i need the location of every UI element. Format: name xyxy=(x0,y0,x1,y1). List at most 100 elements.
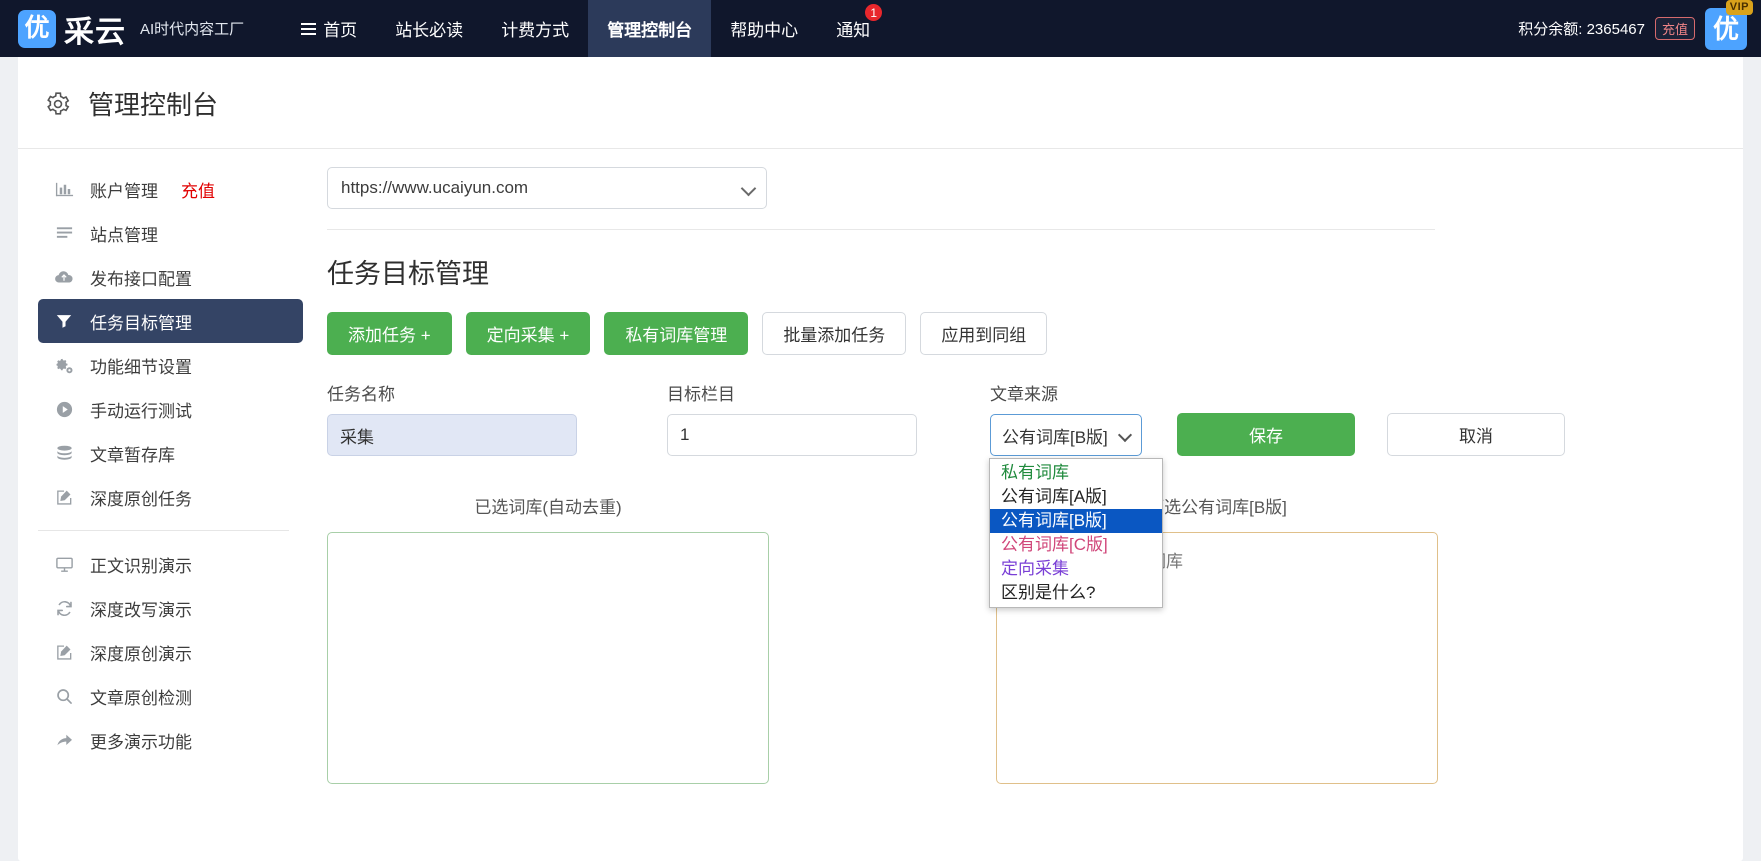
brand-mark-icon: 优 xyxy=(18,9,56,48)
gear-icon xyxy=(45,91,71,117)
dropdown-option-targeted-collect[interactable]: 定向采集 xyxy=(990,557,1162,581)
brand-wordmark: 采云 xyxy=(64,15,126,49)
sidebar-item-label: 站点管理 xyxy=(90,225,158,245)
private-library-manage-button[interactable]: 私有词库管理 xyxy=(604,312,749,355)
article-source-select-wrapper: 公有词库[B版] 私有词库 公有词库[A版] 公有词库[B版] 公有词库[C版]… xyxy=(989,414,1163,608)
sidebar-item-feature-detail-settings[interactable]: 功能细节设置 xyxy=(38,343,303,387)
cancel-button[interactable]: 取消 xyxy=(1387,413,1565,456)
sidebar: 账户管理 充值 站点管理 发布接口配置 任务目标管理 功能细节设置 手动运行测试… xyxy=(18,149,303,784)
task-name-value: 采集 xyxy=(340,427,374,447)
dropdown-option-public-library-c[interactable]: 公有词库[C版] xyxy=(990,533,1162,557)
page-header: 管理控制台 xyxy=(18,57,1743,149)
sidebar-item-label: 深度原创任务 xyxy=(90,489,192,509)
nav-item-webmaster-guide[interactable]: 站长必读 xyxy=(376,0,482,57)
page-container: 管理控制台 账户管理 充值 站点管理 发布接口配置 任务目标管理 功能细节设置 … xyxy=(18,57,1743,861)
batch-add-task-button[interactable]: 批量添加任务 xyxy=(762,312,907,355)
action-button-row: 添加任务 + 定向采集 + 私有词库管理 批量添加任务 应用到同组 xyxy=(327,312,1703,355)
selected-library-box[interactable] xyxy=(327,532,769,784)
nav-item-label: 站长必读 xyxy=(395,21,464,40)
top-navigation-bar: 优 采云 AI时代内容工厂 首页 站长必读 计费方式 管理控制台 帮助中心 通知… xyxy=(0,0,1761,57)
nav-item-pricing[interactable]: 计费方式 xyxy=(482,0,588,57)
sidebar-item-article-originality-check[interactable]: 文章原创检测 xyxy=(38,674,303,718)
sidebar-item-deep-rewrite-demo[interactable]: 深度改写演示 xyxy=(38,586,303,630)
dropdown-option-whats-the-difference[interactable]: 区别是什么? xyxy=(990,581,1162,605)
sidebar-item-label: 深度原创演示 xyxy=(90,644,192,664)
apply-to-group-button[interactable]: 应用到同组 xyxy=(920,312,1048,355)
sidebar-item-manual-run-test[interactable]: 手动运行测试 xyxy=(38,387,303,431)
sidebar-item-publish-api-config[interactable]: 发布接口配置 xyxy=(38,255,303,299)
article-source-select[interactable]: 公有词库[B版] xyxy=(990,414,1142,456)
sidebar-item-deep-original-demo[interactable]: 深度原创演示 xyxy=(38,630,303,674)
edit-square-icon xyxy=(54,487,74,507)
sidebar-item-more-demo-features[interactable]: 更多演示功能 xyxy=(38,718,303,762)
targeted-collect-button[interactable]: 定向采集 + xyxy=(465,312,591,355)
nav-item-admin-console[interactable]: 管理控制台 xyxy=(588,0,712,57)
nav-item-label: 管理控制台 xyxy=(607,21,693,40)
task-name-input[interactable]: 采集 xyxy=(327,414,577,456)
bar-chart-icon xyxy=(54,179,74,199)
credits-balance-label: 积分余额: 2365467 xyxy=(1518,21,1645,38)
sidebar-item-label: 更多演示功能 xyxy=(90,732,192,752)
sidebar-item-site-management[interactable]: 站点管理 xyxy=(38,211,303,255)
site-select[interactable]: https://www.ucaiyun.com xyxy=(327,167,767,209)
refresh-icon xyxy=(54,598,74,618)
sidebar-item-label: 功能细节设置 xyxy=(90,357,192,377)
selected-library-panel: 已选词库(自动去重) xyxy=(327,493,769,784)
sidebar-item-deep-original-task[interactable]: 深度原创任务 xyxy=(38,475,303,519)
sidebar-divider xyxy=(38,530,289,531)
target-column-value: 1 xyxy=(680,425,690,444)
sidebar-item-label: 正文识别演示 xyxy=(90,556,192,576)
hamburger-icon xyxy=(301,22,317,35)
selected-library-title: 已选词库(自动去重) xyxy=(474,498,622,517)
primary-nav-items: 首页 站长必读 计费方式 管理控制台 帮助中心 通知 1 xyxy=(282,0,889,57)
page-title: 管理控制台 xyxy=(88,90,219,120)
sidebar-item-label: 账户管理 xyxy=(90,181,158,201)
site-select-wrapper: https://www.ucaiyun.com xyxy=(327,167,767,209)
target-column-field-group: 目标栏目 1 xyxy=(667,380,917,456)
recharge-button[interactable]: 充值 xyxy=(1654,17,1695,40)
edit-square-icon xyxy=(54,642,74,662)
page-body: 账户管理 充值 站点管理 发布接口配置 任务目标管理 功能细节设置 手动运行测试… xyxy=(18,149,1743,784)
sidebar-item-task-target-management[interactable]: 任务目标管理 xyxy=(38,299,303,343)
nav-right-cluster: 积分余额: 2365467 充值 优 VIP xyxy=(1518,0,1761,57)
nav-item-home[interactable]: 首页 xyxy=(282,0,376,57)
main-content: https://www.ucaiyun.com 任务目标管理 添加任务 + 定向… xyxy=(303,149,1743,784)
gears-icon xyxy=(54,355,74,375)
vip-badge: VIP xyxy=(1725,0,1753,15)
article-source-label: 文章来源 xyxy=(990,385,1058,404)
sidebar-item-account-management[interactable]: 账户管理 充值 xyxy=(38,167,303,211)
nav-item-label: 计费方式 xyxy=(501,21,570,40)
sidebar-item-label: 发布接口配置 xyxy=(90,269,192,289)
nav-item-notifications[interactable]: 通知 1 xyxy=(817,0,889,57)
save-button[interactable]: 保存 xyxy=(1177,413,1355,456)
sidebar-item-content-recognition-demo[interactable]: 正文识别演示 xyxy=(38,542,303,586)
arrow-forward-icon xyxy=(54,730,74,750)
task-name-label: 任务名称 xyxy=(327,385,395,404)
filter-icon xyxy=(54,311,74,331)
section-title: 任务目标管理 xyxy=(327,259,489,289)
dropdown-option-public-library-a[interactable]: 公有词库[A版] xyxy=(990,485,1162,509)
avatar[interactable]: 优 VIP xyxy=(1705,0,1753,50)
list-icon xyxy=(54,223,74,243)
sidebar-item-article-staging-library[interactable]: 文章暂存库 xyxy=(38,431,303,475)
dropdown-option-private-library[interactable]: 私有词库 xyxy=(990,461,1162,485)
desktop-icon xyxy=(54,554,74,574)
brand-tagline: AI时代内容工厂 xyxy=(140,21,245,38)
sidebar-item-label: 任务目标管理 xyxy=(90,313,192,333)
target-column-label: 目标栏目 xyxy=(667,385,735,404)
nav-item-help-center[interactable]: 帮助中心 xyxy=(711,0,817,57)
target-column-input[interactable]: 1 xyxy=(667,414,917,456)
nav-item-label: 通知 xyxy=(836,21,871,40)
nav-item-label: 首页 xyxy=(323,21,358,40)
sidebar-item-recharge-link[interactable]: 充值 xyxy=(181,177,215,202)
article-source-dropdown-list: 私有词库 公有词库[A版] 公有词库[B版] 公有词库[C版] 定向采集 区别是… xyxy=(989,458,1163,608)
site-select-value: https://www.ucaiyun.com xyxy=(341,178,529,197)
play-circle-icon xyxy=(54,399,74,419)
search-icon xyxy=(54,686,74,706)
database-icon xyxy=(54,443,74,463)
add-task-button[interactable]: 添加任务 + xyxy=(327,312,452,355)
cloud-upload-icon xyxy=(54,267,74,287)
sidebar-item-label: 深度改写演示 xyxy=(90,600,192,620)
dropdown-option-public-library-b[interactable]: 公有词库[B版] xyxy=(990,509,1162,533)
brand-logo[interactable]: 优 采云 AI时代内容工厂 xyxy=(18,7,244,51)
